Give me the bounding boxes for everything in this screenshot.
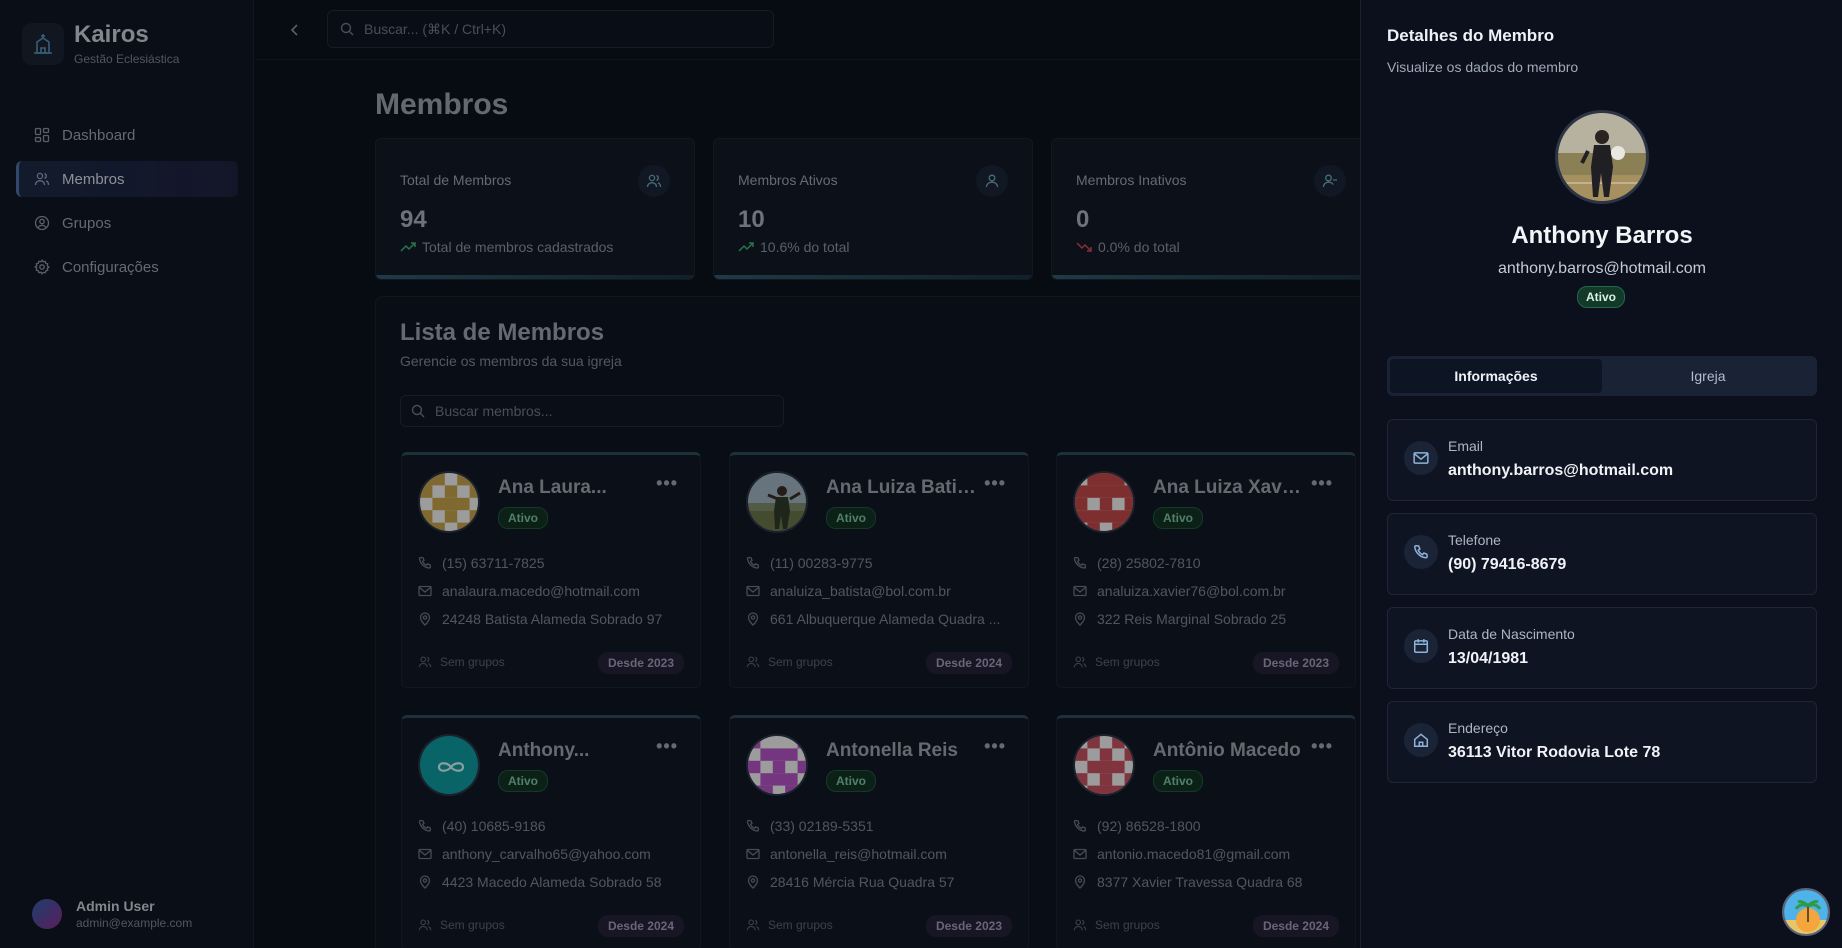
detail-tabs: Informações Igreja (1387, 356, 1817, 396)
info-email: Email anthony.barros@hotmail.com (1387, 419, 1817, 501)
detail-title: Detalhes do Membro (1387, 26, 1555, 45)
info-birthdate: Data de Nascimento 13/04/1981 (1387, 607, 1817, 689)
info-label: Email (1448, 438, 1484, 454)
info-phone: Telefone (90) 79416-8679 (1387, 513, 1817, 595)
home-icon (1404, 723, 1438, 757)
info-value: anthony.barros@hotmail.com (1448, 462, 1674, 479)
assistant-button[interactable] (1782, 888, 1830, 936)
info-label: Endereço (1448, 720, 1508, 736)
phone-icon (1404, 535, 1438, 569)
info-label: Telefone (1448, 532, 1501, 548)
status-badge: Ativo (1577, 286, 1625, 308)
modal-backdrop[interactable] (0, 0, 1360, 948)
info-value: (90) 79416-8679 (1448, 556, 1567, 573)
detail-member-name: Anthony Barros (1511, 222, 1693, 249)
tab-igreja[interactable]: Igreja (1602, 359, 1814, 393)
info-label: Data de Nascimento (1448, 626, 1575, 642)
mail-icon (1404, 441, 1438, 475)
info-value: 13/04/1981 (1448, 650, 1529, 667)
avatar (1555, 110, 1649, 204)
info-address: Endereço 36113 Vitor Rodovia Lote 78 (1387, 701, 1817, 783)
tab-informacoes[interactable]: Informações (1390, 359, 1602, 393)
calendar-icon (1404, 629, 1438, 663)
detail-member-email: anthony.barros@hotmail.com (1497, 260, 1707, 277)
detail-subtitle: Visualize os dados do membro (1387, 59, 1579, 75)
member-detail-panel: Detalhes do Membro Visualize os dados do… (1360, 0, 1842, 948)
info-value: 36113 Vitor Rodovia Lote 78 (1448, 744, 1661, 761)
